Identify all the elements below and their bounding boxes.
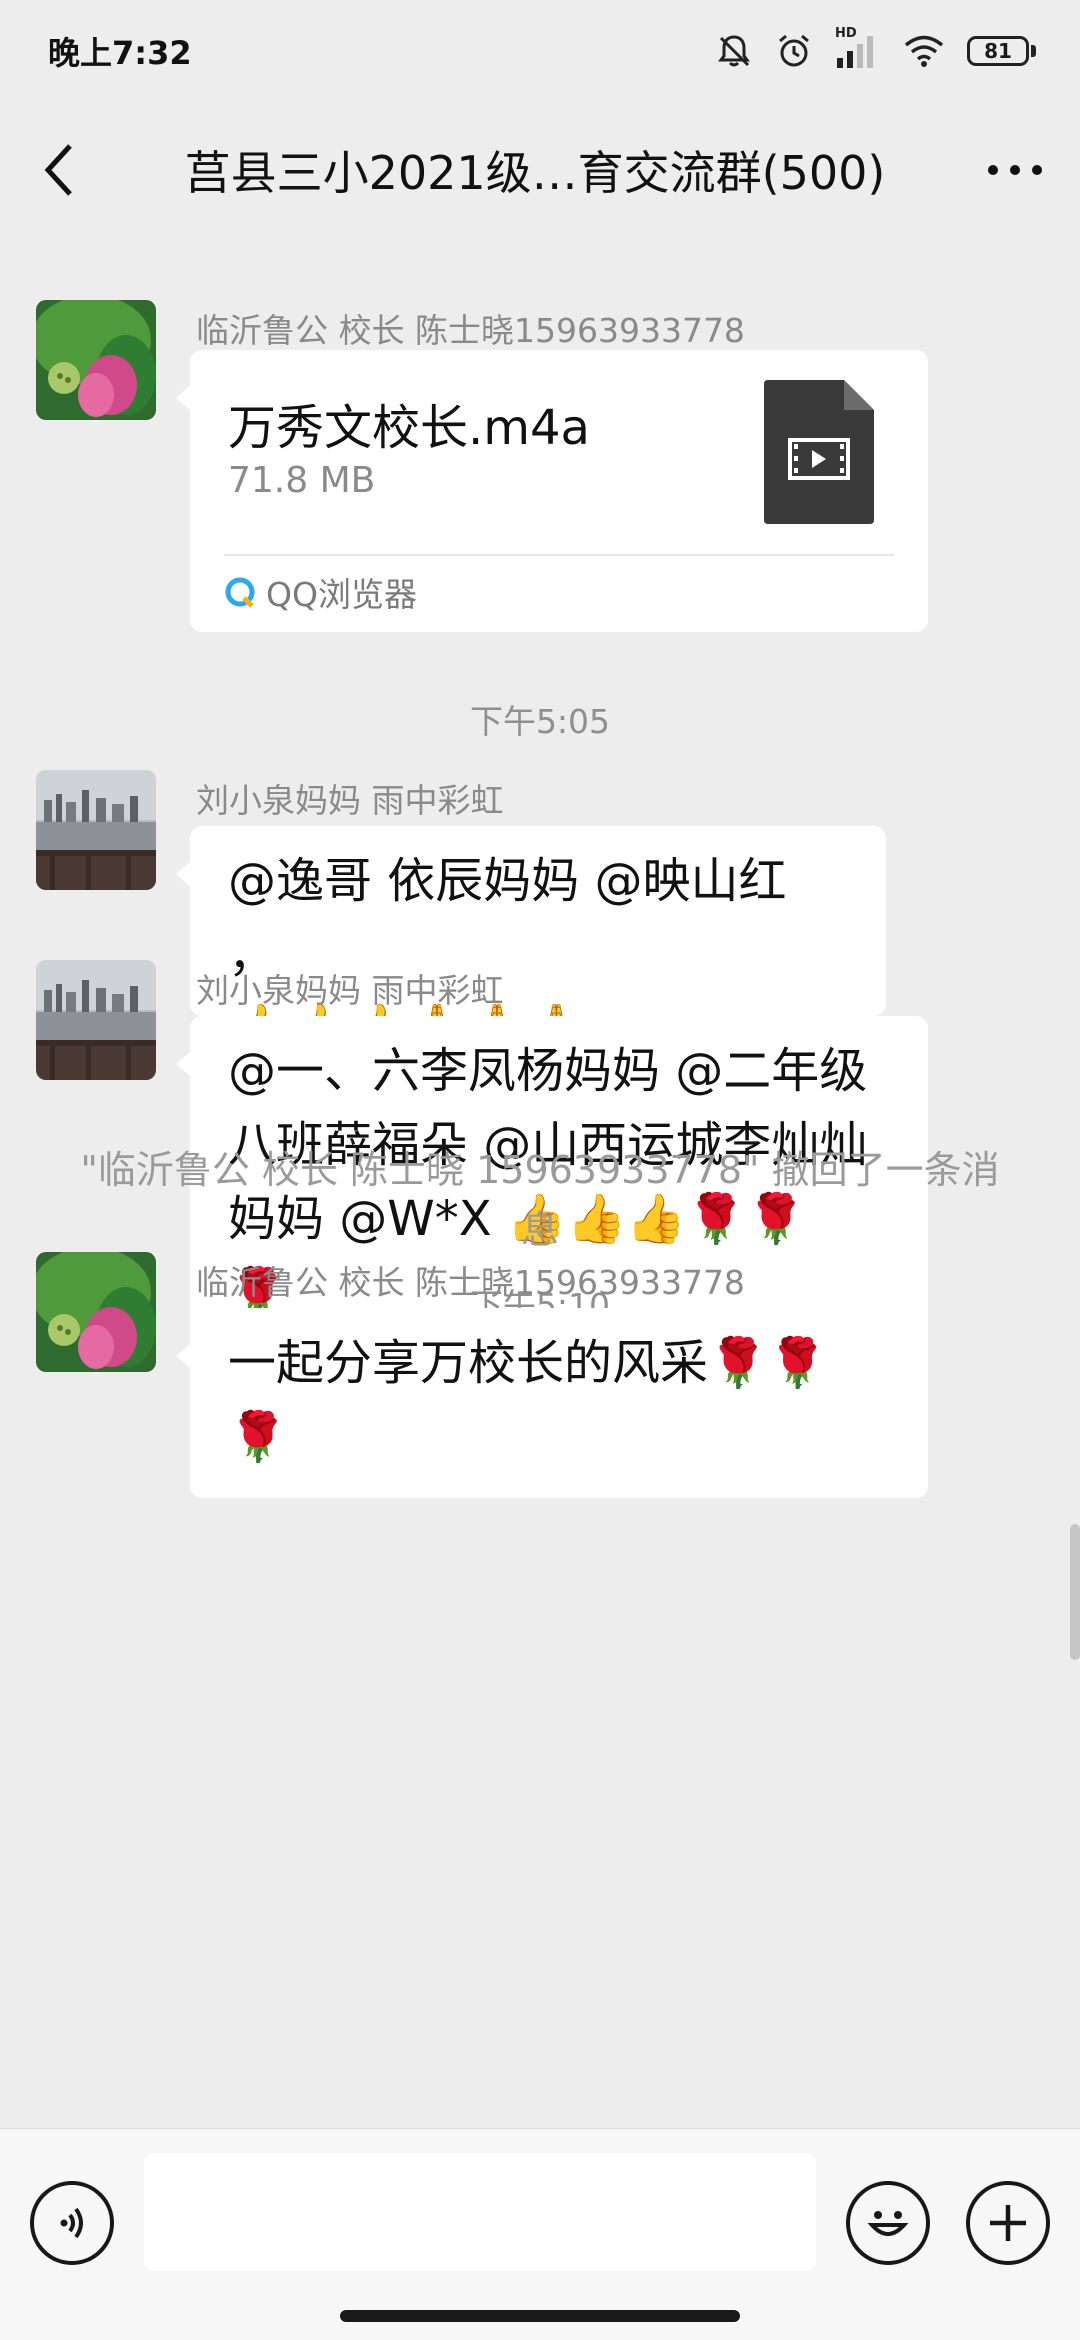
plus-button[interactable] <box>966 2181 1050 2265</box>
chat-header: 莒县三小2021级…育交流群(500) <box>0 102 1080 238</box>
back-button[interactable] <box>0 102 120 238</box>
plus-icon <box>990 2205 1026 2241</box>
home-indicator[interactable] <box>340 2310 740 2322</box>
input-bar <box>0 2128 1080 2340</box>
message-input[interactable] <box>144 2153 816 2271</box>
scrollbar[interactable] <box>1070 1524 1080 1660</box>
smiley-icon <box>867 2211 909 2236</box>
signal-icon: HD <box>835 26 881 70</box>
status-bar: 晚上7:32 HD 81 <box>0 0 1080 102</box>
emoji-row: 🌹🌹 <box>708 1335 828 1391</box>
more-dots-icon <box>988 165 1042 175</box>
avatar[interactable] <box>36 1252 156 1372</box>
message-text: 一起分享万校长的风采🌹🌹 🌹 <box>190 1308 928 1492</box>
status-icons: HD 81 <box>715 26 1036 70</box>
divider <box>224 554 894 556</box>
chevron-left-icon <box>44 144 72 196</box>
sender-name: 刘小泉妈妈 雨中彩虹 <box>196 781 504 820</box>
video-file-icon <box>764 380 874 528</box>
more-button[interactable] <box>950 102 1080 238</box>
message-list[interactable]: 临沂鲁公 校长 陈士晓15963933778 万秀文校长.m4a 71.8 MB <box>0 238 1080 2128</box>
status-time: 晚上7:32 <box>48 34 192 72</box>
file-size: 71.8 MB <box>228 460 376 501</box>
mute-bell-icon <box>715 32 753 70</box>
sender-name: 刘小泉妈妈 雨中彩虹 <box>196 971 504 1010</box>
message-item: 临沂鲁公 校长 陈士晓15963933778 一起分享万校长的风采🌹🌹 🌹 <box>0 1252 1080 1498</box>
wifi-icon <box>903 34 945 68</box>
time-separator: 下午5:05 <box>469 702 611 741</box>
message-bubble[interactable]: 一起分享万校长的风采🌹🌹 🌹 <box>176 1308 928 1498</box>
alarm-clock-icon <box>775 32 813 70</box>
file-name: 万秀文校长.m4a <box>228 400 590 456</box>
emoji-row: 🌹 <box>228 1409 288 1465</box>
message-text-line: 一起分享万校长的风采 <box>228 1335 709 1391</box>
voice-icon <box>60 2207 83 2239</box>
hd-label: HD <box>835 26 857 41</box>
recall-notice: "临沂鲁公 校长 陈士晓 15963933778" 撤回了一条消息 <box>80 1148 1000 1252</box>
file-card[interactable]: 万秀文校长.m4a 71.8 MB QQ浏览器 <box>176 350 928 632</box>
emoji-button[interactable] <box>846 2181 930 2265</box>
chat-title: 莒县三小2021级…育交流群(500) <box>184 146 886 200</box>
file-source-label: QQ浏览器 <box>266 575 417 614</box>
avatar[interactable] <box>36 300 156 420</box>
battery-icon: 81 <box>967 36 1036 66</box>
qq-browser-icon <box>225 577 255 608</box>
sender-name: 临沂鲁公 校长 陈士晓15963933778 <box>196 1263 745 1302</box>
message-text-line: @一、六李凤杨妈妈 @二年级 <box>228 1043 868 1099</box>
sender-name: 临沂鲁公 校长 陈士晓15963933778 <box>196 311 745 350</box>
file-source: QQ浏览器 <box>224 568 417 616</box>
avatar[interactable] <box>36 770 156 890</box>
battery-level: 81 <box>967 36 1029 66</box>
message-item: 临沂鲁公 校长 陈士晓15963933778 万秀文校长.m4a 71.8 MB <box>0 300 1080 640</box>
voice-button[interactable] <box>30 2181 114 2265</box>
message-item: 刘小泉妈妈 雨中彩虹 @逸哥 依辰妈妈 @映山红 ， 👍👍👍🙏🙏🙏 <box>0 770 1080 1057</box>
avatar[interactable] <box>36 960 156 1080</box>
